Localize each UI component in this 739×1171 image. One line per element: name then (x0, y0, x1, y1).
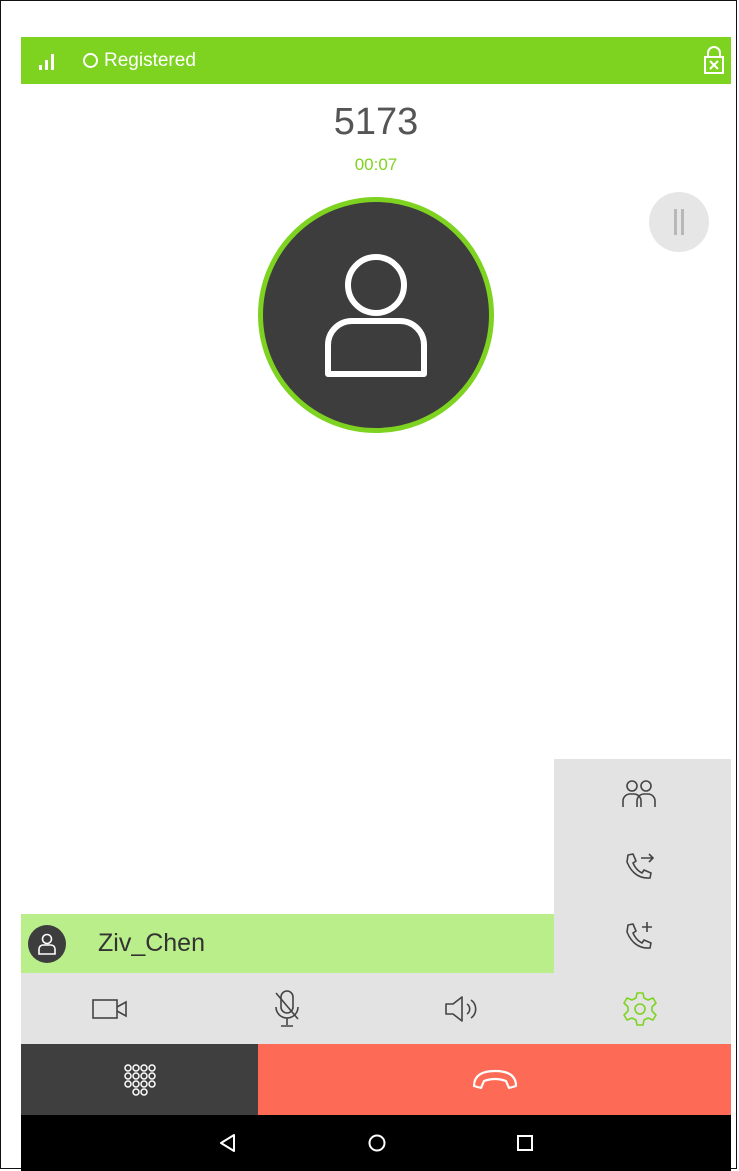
conference-icon (622, 780, 656, 807)
status-bar: Registered (21, 37, 731, 84)
add-call-icon (626, 922, 652, 949)
contact-avatar (28, 924, 66, 963)
back-icon[interactable] (214, 1129, 242, 1157)
settings-icon (623, 992, 657, 1026)
video-icon (92, 999, 127, 1019)
mute-mic-icon (275, 990, 299, 1027)
add-call-button[interactable] (619, 916, 659, 956)
user-icon (38, 933, 56, 955)
hangup-button[interactable] (258, 1044, 731, 1115)
hangup-icon (472, 1069, 517, 1089)
contact-name: Ziv_Chen (98, 929, 205, 957)
call-screen: Registered 5173 00:07 Ziv_Chen (21, 37, 731, 1171)
settings-button[interactable] (618, 987, 662, 1031)
recents-icon[interactable] (511, 1129, 539, 1157)
lock-icon[interactable] (703, 45, 725, 75)
caller-avatar (258, 197, 494, 433)
speaker-icon (445, 996, 477, 1022)
dialpad-button[interactable] (21, 1044, 258, 1115)
transfer-call-button[interactable] (619, 846, 659, 886)
conference-button[interactable] (619, 774, 659, 814)
system-nav-bar (21, 1115, 731, 1171)
transfer-call-icon (626, 853, 655, 879)
dialpad-icon (123, 1063, 156, 1096)
contact-bar[interactable]: Ziv_Chen (21, 914, 554, 973)
registration-status-icon (83, 53, 98, 68)
hold-button[interactable] (649, 192, 709, 252)
signal-icon (39, 52, 57, 70)
caller-number: 5173 (333, 101, 419, 143)
call-timer: 00:07 (354, 155, 398, 174)
speaker-button[interactable] (441, 987, 485, 1031)
registration-status: Registered (104, 49, 196, 71)
user-icon (325, 254, 427, 377)
mute-button[interactable] (265, 987, 309, 1031)
home-icon[interactable] (363, 1129, 391, 1157)
call-action-bar (21, 1044, 731, 1115)
call-controls (21, 973, 731, 1044)
video-button[interactable] (88, 987, 132, 1031)
pause-icon (674, 209, 677, 235)
